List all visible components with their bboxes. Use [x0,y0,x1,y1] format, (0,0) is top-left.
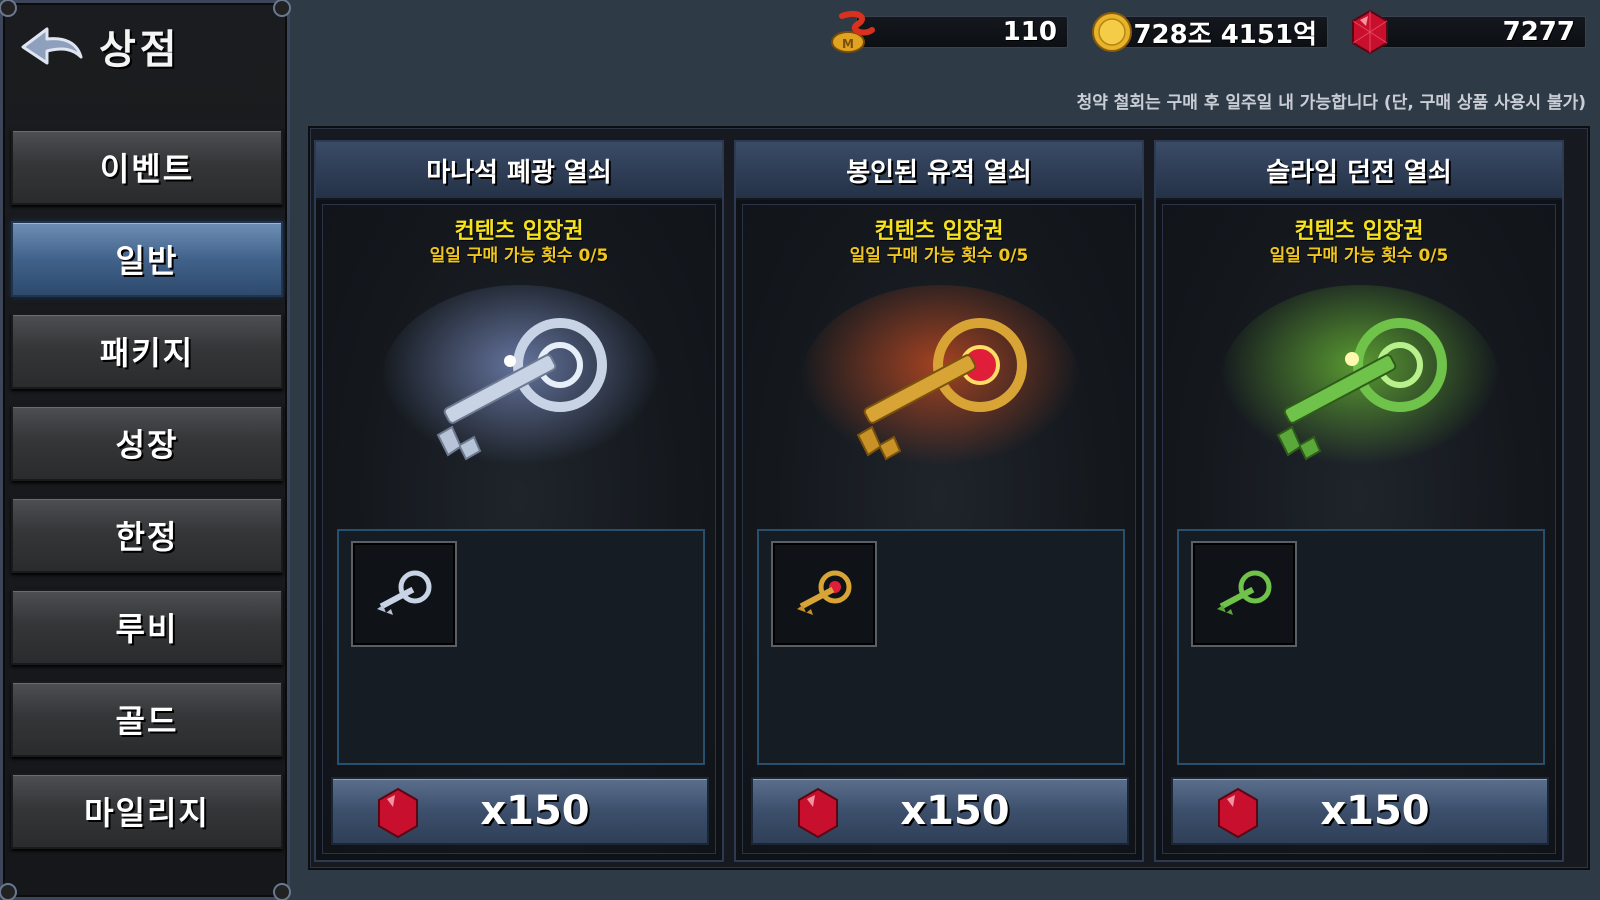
page-title: 상점 [99,27,181,73]
buy-button[interactable]: x150 [1171,777,1549,845]
buy-button[interactable]: x150 [751,777,1129,845]
back-button[interactable] [17,19,87,75]
gold-coin-icon [1092,12,1132,52]
sidebar: 상점 이벤트 일반 패키지 성장 한정 루비 골드 마일리지 [0,0,291,900]
sidebar-item-event[interactable]: 이벤트 [11,129,283,205]
product-name: 슬라임 던전 열쇠 [1156,142,1562,200]
gold-currency: 728조 4151억 [1088,12,1328,52]
price-label: x150 [480,788,590,834]
corner-ornament [273,0,291,17]
ruby-currency: 7277 [1346,9,1586,55]
shop-panel: 마나석 폐광 열쇠 컨텐츠 입장권 일일 구매 가능 횟수 0/5 x150 봉… [308,126,1590,870]
gold-key-icon [797,570,852,615]
back-arrow-icon [21,27,83,65]
silver-key-icon [377,570,432,615]
purchase-limit: 일일 구매 가능 횟수 0/5 [1269,246,1449,266]
sidebar-item-mileage[interactable]: 마일리지 [11,773,283,849]
ruby-icon [1218,787,1258,839]
ruby-value: 7277 [1374,16,1586,48]
sidebar-menu: 이벤트 일반 패키지 성장 한정 루비 골드 마일리지 [11,129,283,865]
green-key-icon [1220,285,1500,485]
price-label: x150 [1320,788,1430,834]
item-contents-box [757,529,1125,765]
product-name: 봉인된 유적 열쇠 [736,142,1142,200]
item-slot[interactable] [771,541,877,647]
buy-button[interactable]: x150 [331,777,709,845]
sidebar-item-limited[interactable]: 한정 [11,497,283,573]
green-key-icon [1217,570,1272,615]
sidebar-item-general[interactable]: 일반 [11,221,283,297]
ruby-icon [798,787,838,839]
item-slot[interactable] [1191,541,1297,647]
svg-text:M: M [842,37,854,51]
product-body: 컨텐츠 입장권 일일 구매 가능 횟수 0/5 x150 [1162,204,1556,854]
sidebar-item-gold[interactable]: 골드 [11,681,283,757]
product-name: 마나석 폐광 열쇠 [316,142,722,200]
purchase-limit: 일일 구매 가능 횟수 0/5 [849,246,1029,266]
sidebar-item-growth[interactable]: 성장 [11,405,283,481]
gold-key-icon [800,285,1080,485]
ruby-icon [1352,9,1388,55]
silver-key-icon [380,285,660,485]
corner-ornament [0,883,17,900]
item-contents-box [1177,529,1545,765]
product-body: 컨텐츠 입장권 일일 구매 가능 횟수 0/5 x150 [322,204,716,854]
product-card: 마나석 폐광 열쇠 컨텐츠 입장권 일일 구매 가능 횟수 0/5 x150 [314,140,724,862]
product-card: 슬라임 던전 열쇠 컨텐츠 입장권 일일 구매 가능 횟수 0/5 x150 [1154,140,1564,862]
mileage-currency: M 110 [828,10,1068,53]
corner-ornament [273,883,291,900]
mileage-coin-icon: M [831,10,875,53]
sidebar-item-package[interactable]: 패키지 [11,313,283,389]
product-card: 봉인된 유적 열쇠 컨텐츠 입장권 일일 구매 가능 횟수 0/5 x150 [734,140,1144,862]
price-label: x150 [900,788,1010,834]
corner-ornament [0,0,17,17]
mileage-value: 110 [856,16,1068,48]
sidebar-item-ruby[interactable]: 루비 [11,589,283,665]
ruby-icon [378,787,418,839]
item-contents-box [337,529,705,765]
product-body: 컨텐츠 입장권 일일 구매 가능 횟수 0/5 x150 [742,204,1136,854]
purchase-limit: 일일 구매 가능 횟수 0/5 [429,246,609,266]
refund-notice: 청약 철회는 구매 후 일주일 내 가능합니다 (단, 구매 상품 사용시 불가… [1076,93,1586,113]
item-slot[interactable] [351,541,457,647]
gold-value: 728조 4151억 [1116,16,1328,50]
